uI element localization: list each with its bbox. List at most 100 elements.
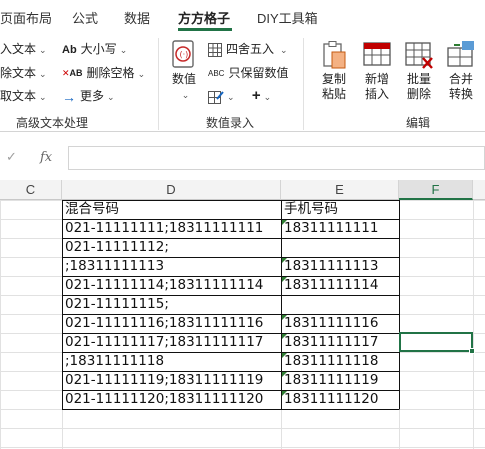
copy-paste-button[interactable]: 复制粘贴: [312, 40, 356, 102]
number-as-text-indicator[interactable]: [282, 334, 287, 339]
cell-d[interactable]: 混合号码: [63, 200, 119, 219]
keep-numbers-label: 只保留数值: [228, 66, 289, 80]
cell-d[interactable]: ;18311111113: [63, 257, 164, 276]
cell-e[interactable]: 18311111113: [282, 257, 378, 276]
chevron-down-icon: ⌄: [137, 69, 146, 79]
remove-spaces-button[interactable]: ✕AB 删除空格 ⌄: [62, 64, 145, 81]
clipboard-icon: [323, 41, 346, 69]
merge-convert-label: 合并转换: [448, 72, 473, 101]
number-as-text-indicator[interactable]: [282, 315, 287, 320]
cell-e[interactable]: 18311111116: [282, 314, 378, 333]
check-icon[interactable]: ✓: [6, 149, 17, 165]
chevron-down-icon[interactable]: ⌄: [227, 92, 235, 102]
plus-icon[interactable]: +: [252, 87, 261, 104]
insert-new-label: 新增插入: [364, 72, 389, 101]
cell-d[interactable]: 021-11111120;18311111120: [63, 390, 263, 409]
chevron-down-icon: ⌄: [39, 45, 47, 55]
cell-e[interactable]: [282, 295, 284, 314]
fill-handle[interactable]: [469, 348, 475, 354]
number-extra-buttons: ⌄ + ⌄: [208, 87, 271, 104]
chevron-down-icon: ⌄: [39, 92, 47, 102]
table-insert-icon: [363, 42, 391, 66]
number-as-text-indicator[interactable]: [282, 353, 287, 358]
fx-icon[interactable]: fx: [40, 150, 52, 165]
insert-text-button[interactable]: 入文本 ⌄: [0, 40, 47, 57]
batch-delete-button[interactable]: 批量删除: [398, 40, 440, 102]
cell-d[interactable]: 021-11111119;18311111119: [63, 371, 263, 390]
number-as-text-indicator[interactable]: [282, 277, 287, 282]
cell-d[interactable]: 021-11111116;18311111116: [63, 314, 263, 333]
column-header-c[interactable]: C: [0, 180, 62, 200]
extract-text-button[interactable]: 取文本 ⌄: [0, 87, 47, 104]
keep-numbers-button[interactable]: ABC 只保留数值: [208, 64, 288, 81]
round-label: 四舍五入: [226, 42, 275, 56]
cell-d[interactable]: 021-11111114;18311111114: [63, 276, 263, 295]
group-label-edit: 编辑: [406, 116, 431, 130]
round-button[interactable]: 四舍五入 ⌄: [208, 40, 288, 57]
number-button[interactable]: (·) 数值 ⌄: [166, 40, 202, 103]
cell-e[interactable]: 18311111120: [282, 390, 378, 409]
column-header-f[interactable]: F: [399, 180, 473, 200]
merge-convert-button[interactable]: 合并转换: [440, 40, 482, 102]
ribbon: 入文本 ⌄ 除文本 ⌄ 取文本 ⌄ Ab 大小写 ⌄ ✕AB 删除空格 ⌄ → 更多 ⌄ 高级文本…: [0, 32, 485, 132]
number-icon: (·): [172, 40, 194, 68]
number-as-text-indicator[interactable]: [282, 391, 287, 396]
chevron-down-icon: ⌄: [280, 45, 288, 55]
case-label: 大小写: [80, 42, 117, 56]
cell-e[interactable]: 18311111118: [282, 352, 378, 371]
remove-text-label: 除文本: [0, 66, 37, 80]
extract-text-label: 取文本: [0, 89, 37, 103]
tab-data[interactable]: 数据: [124, 8, 150, 27]
merge-icon: [447, 41, 474, 67]
cell-d[interactable]: 021-11111111;18311111111: [63, 219, 263, 238]
chevron-down-icon: ⌄: [39, 69, 47, 79]
insert-text-label: 入文本: [0, 42, 37, 56]
abc-icon: ABC: [208, 69, 225, 79]
column-header-e[interactable]: E: [281, 180, 399, 200]
cell-grid[interactable]: 混合号码 手机号码 021-11111111;18311111111 18311111…: [0, 200, 485, 449]
tab-page-layout[interactable]: 页面布局: [0, 8, 52, 27]
column-header-d[interactable]: D: [62, 180, 281, 200]
cell-d[interactable]: 021-11111115;: [63, 295, 169, 314]
cell-e[interactable]: [282, 238, 284, 257]
cell-e[interactable]: 18311111114: [282, 276, 378, 295]
arrow-right-icon: →: [62, 88, 76, 105]
table-delete-icon: [405, 42, 433, 69]
number-as-text-indicator[interactable]: [282, 220, 287, 225]
cell-d[interactable]: ;18311111118: [63, 352, 164, 371]
insert-new-button[interactable]: 新增插入: [356, 40, 398, 102]
cell-e[interactable]: 手机号码: [282, 200, 338, 219]
remove-text-button[interactable]: 除文本 ⌄: [0, 64, 47, 81]
case-button[interactable]: Ab 大小写 ⌄: [62, 40, 127, 57]
group-separator: [158, 38, 159, 130]
copy-paste-label: 复制粘贴: [321, 72, 346, 101]
chevron-down-icon[interactable]: ⌄: [264, 92, 272, 102]
remove-spaces-icon: ✕AB: [62, 68, 83, 79]
more-label: 更多: [80, 89, 105, 103]
chevron-down-icon: ⌄: [181, 90, 190, 100]
remove-spaces-label: 删除空格: [86, 66, 135, 80]
more-button[interactable]: → 更多 ⌄: [62, 87, 115, 105]
cell-d[interactable]: 021-11111117;18311111117: [63, 333, 263, 352]
tab-formulas[interactable]: 公式: [72, 8, 98, 27]
case-icon: Ab: [62, 43, 77, 56]
batch-delete-label: 批量删除: [406, 72, 431, 101]
column-header-g[interactable]: [473, 180, 485, 200]
grid-icon: [208, 42, 222, 57]
ribbon-tabs: 页面布局 公式 数据 方方格子 DIY工具箱: [0, 0, 485, 32]
cell-d[interactable]: 021-11111112;: [63, 238, 169, 257]
tab-diy-toolbox[interactable]: DIY工具箱: [257, 8, 318, 27]
edit-grid-icon[interactable]: [208, 90, 224, 104]
active-cell-f8[interactable]: [399, 332, 473, 352]
chevron-down-icon: ⌄: [107, 92, 115, 102]
number-label: 数值: [171, 72, 196, 86]
number-as-text-indicator[interactable]: [282, 258, 287, 263]
chevron-down-icon: ⌄: [119, 45, 128, 55]
cell-e[interactable]: 18311111117: [282, 333, 378, 352]
cell-e[interactable]: 18311111119: [282, 371, 378, 390]
tab-fangfang[interactable]: 方方格子: [178, 8, 230, 27]
cell-e[interactable]: 18311111111: [282, 219, 378, 238]
formula-input[interactable]: [68, 146, 485, 170]
active-tab-indicator: [178, 28, 232, 31]
number-as-text-indicator[interactable]: [282, 372, 287, 377]
